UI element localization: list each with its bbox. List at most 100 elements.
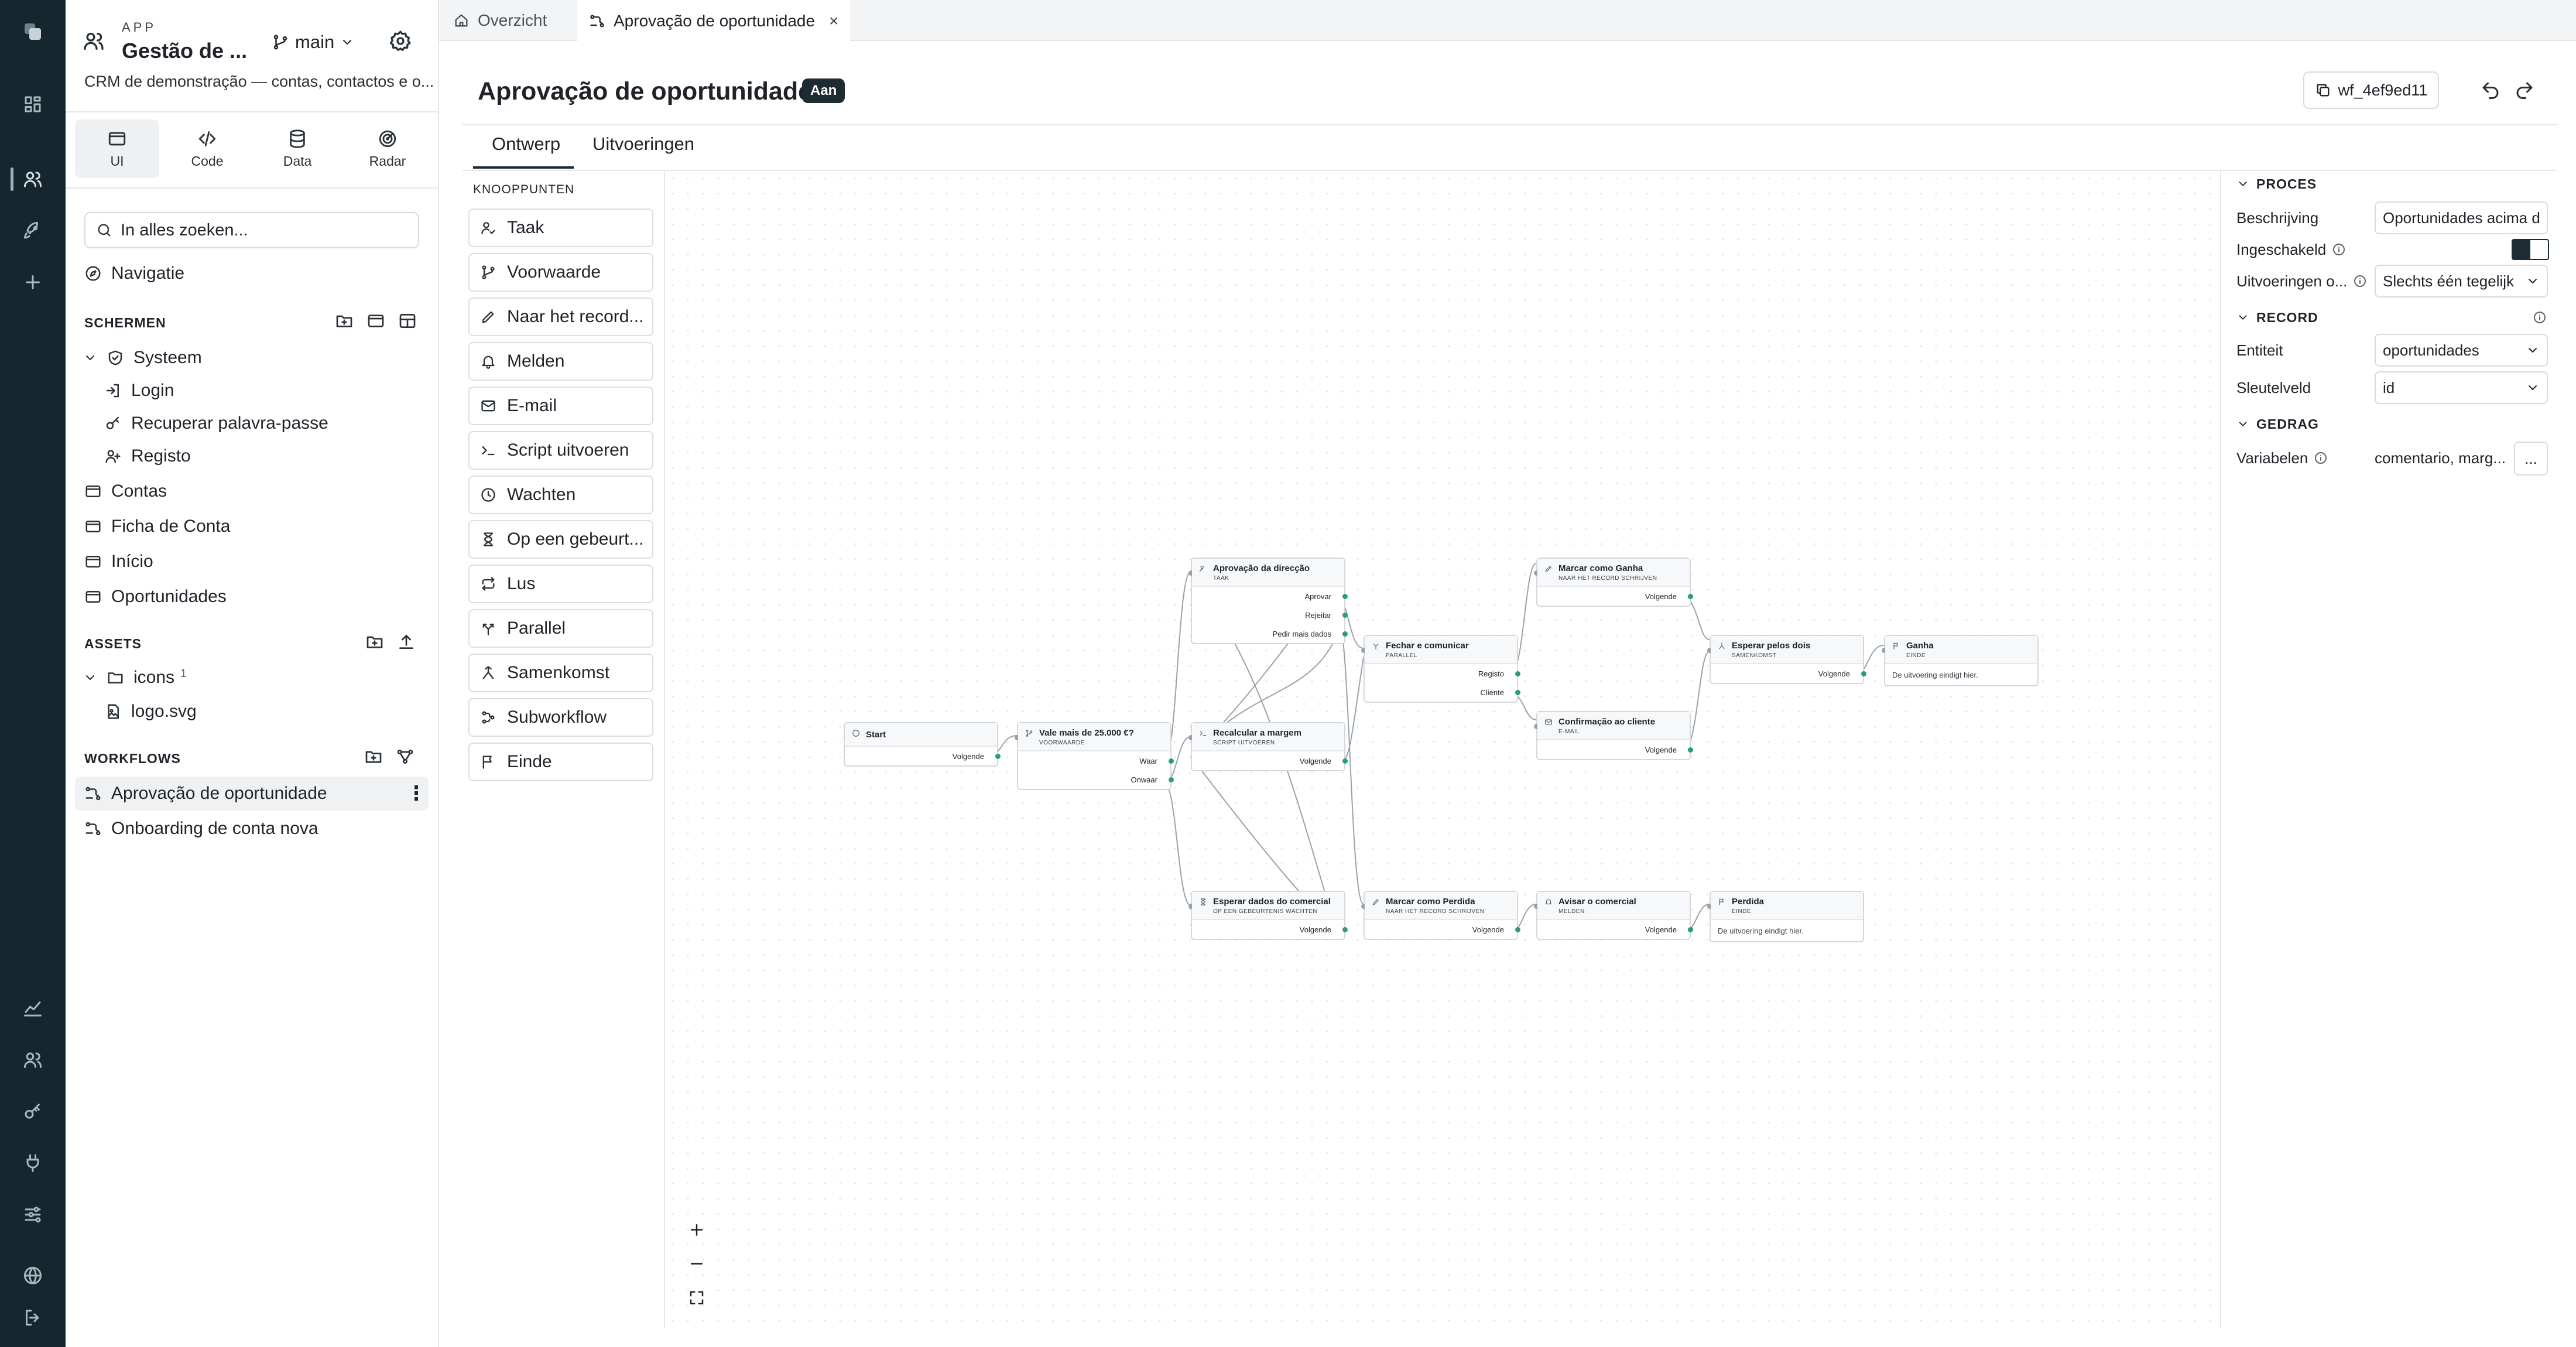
- zoom-out-icon[interactable]: [680, 1250, 713, 1278]
- gear-icon[interactable]: [389, 29, 412, 53]
- info-icon[interactable]: [2353, 274, 2367, 288]
- screen-recover-password[interactable]: Recuperar palavra-passe: [104, 408, 328, 439]
- close-icon[interactable]: ×: [829, 12, 838, 30]
- node-output[interactable]: Pedir mais dados: [1192, 624, 1348, 643]
- section-gedrag[interactable]: GEDRAG: [2236, 413, 2319, 435]
- palette-item-op-gebeurtenis[interactable]: Op een gebeurt...: [468, 520, 653, 559]
- subtab-ontwerp[interactable]: Ontwerp: [492, 134, 560, 169]
- key-icon[interactable]: [16, 1095, 49, 1128]
- layout-icon[interactable]: [398, 312, 417, 330]
- plug-icon[interactable]: [16, 1147, 49, 1180]
- more-vertical-icon[interactable]: ⋮: [406, 784, 426, 804]
- node-avisar-comercial[interactable]: Avisar o comercial MELDEN Volgende: [1534, 891, 1693, 940]
- node-aprovacao-direccao[interactable]: Aprovação da direcção TAAK Aprovar Rejeit…: [1188, 558, 1348, 644]
- runs-select[interactable]: Slechts één tegelijk: [2375, 265, 2548, 298]
- tab-aprovacao[interactable]: Aprovação de oportunidade ×: [577, 0, 851, 42]
- tab-overzicht[interactable]: Overzicht: [441, 0, 559, 41]
- node-output[interactable]: Waar: [1018, 751, 1174, 770]
- node-perdida[interactable]: Perdida EINDE De uitvoering eindigt hier.: [1707, 891, 1864, 942]
- new-folder-icon[interactable]: [364, 747, 383, 766]
- node-output[interactable]: Volgende: [845, 747, 1001, 765]
- node-output[interactable]: Volgende: [1711, 664, 1866, 683]
- copy-workflow-id-button[interactable]: wf_4ef9ed11: [2303, 71, 2439, 109]
- app-name[interactable]: Gestão de ...: [122, 39, 247, 63]
- workflow-item-onboarding[interactable]: Onboarding de conta nova: [84, 813, 318, 845]
- node-output[interactable]: Onwaar: [1018, 770, 1174, 789]
- info-icon[interactable]: [2533, 310, 2547, 324]
- node-output[interactable]: Volgende: [1365, 920, 1520, 939]
- node-marcar-ganha[interactable]: Marcar como Ganha NAAR HET RECORD SCHRIJV…: [1534, 558, 1693, 607]
- node-output[interactable]: Volgende: [1537, 920, 1693, 939]
- workflow-canvas[interactable]: Start Volgende Vale mais de 25.000 €? VOO…: [665, 171, 2220, 1328]
- node-output[interactable]: Rejeitar: [1192, 606, 1348, 624]
- node-vale-mais[interactable]: Vale mais de 25.000 €? VOORWAARDE Waar On…: [1015, 722, 1174, 790]
- mode-tab-code[interactable]: Code: [165, 119, 249, 178]
- new-folder-icon[interactable]: [365, 633, 384, 651]
- palette-item-wachten[interactable]: Wachten: [468, 476, 653, 514]
- info-icon[interactable]: [2314, 451, 2328, 465]
- fit-view-icon[interactable]: [680, 1284, 713, 1312]
- node-recalcular-margem[interactable]: Recalcular a margem SCRIPT UITVOEREN Volg…: [1188, 722, 1348, 771]
- entity-select[interactable]: oportunidades: [2375, 334, 2548, 367]
- navigation-link[interactable]: Navigatie: [84, 258, 184, 289]
- subtab-uitvoeringen[interactable]: Uitvoeringen: [592, 134, 694, 169]
- workflow-icon[interactable]: [396, 747, 415, 766]
- node-output[interactable]: Aprovar: [1192, 587, 1348, 606]
- analytics-icon[interactable]: [16, 992, 49, 1025]
- node-output[interactable]: Registo: [1365, 664, 1520, 683]
- section-record[interactable]: RECORD: [2236, 307, 2318, 328]
- mode-tab-ui[interactable]: UI: [75, 119, 159, 178]
- screen-register[interactable]: Registo: [104, 440, 191, 472]
- palette-item-parallel[interactable]: Parallel: [468, 609, 653, 648]
- node-output[interactable]: Volgende: [1192, 920, 1348, 939]
- search-input[interactable]: [121, 220, 402, 240]
- palette-item-samenkomst[interactable]: Samenkomst: [468, 654, 653, 692]
- undo-icon[interactable]: [2480, 80, 2501, 101]
- mode-tab-radar[interactable]: Radar: [345, 119, 430, 178]
- palette-item-taak[interactable]: Taak: [468, 208, 653, 247]
- dashboard-icon[interactable]: [16, 88, 49, 121]
- node-confirmacao-cliente[interactable]: Confirmação ao cliente E-MAIL Volgende: [1534, 711, 1693, 760]
- team-icon[interactable]: [16, 1044, 49, 1076]
- screen-login[interactable]: Login: [104, 375, 174, 406]
- node-start[interactable]: Start Volgende: [844, 722, 1001, 767]
- mode-tab-data[interactable]: Data: [255, 119, 340, 178]
- screen-inicio[interactable]: Início: [84, 546, 153, 577]
- folder-icons[interactable]: icons 1: [83, 662, 187, 693]
- asset-logo-svg[interactable]: logo.svg: [104, 696, 197, 727]
- globe-icon[interactable]: [16, 1259, 49, 1292]
- logout-icon[interactable]: [16, 1301, 49, 1334]
- palette-item-subworkflow[interactable]: Subworkflow: [468, 698, 653, 737]
- info-icon[interactable]: [2332, 242, 2346, 257]
- folder-system[interactable]: Systeem: [83, 342, 202, 374]
- node-marcar-perdida[interactable]: Marcar como Perdida NAAR HET RECORD SCHRI…: [1361, 891, 1520, 940]
- section-proces[interactable]: PROCES: [2236, 173, 2317, 194]
- upload-icon[interactable]: [397, 633, 416, 651]
- palette-item-email[interactable]: E-mail: [468, 387, 653, 425]
- palette-item-voorwaarde[interactable]: Voorwaarde: [468, 253, 653, 292]
- description-input[interactable]: Oportunidades acima de: [2375, 201, 2548, 234]
- node-esperar-dados[interactable]: Esperar dados do comercial OP EEN GEBEURT…: [1188, 891, 1348, 940]
- rocket-icon[interactable]: [16, 214, 49, 247]
- node-output[interactable]: Volgende: [1192, 751, 1348, 770]
- search-box[interactable]: [84, 212, 419, 248]
- screen-ficha-de-conta[interactable]: Ficha de Conta: [84, 511, 230, 542]
- edit-variables-button[interactable]: ...: [2514, 442, 2548, 476]
- palette-item-naar-record[interactable]: Naar het record...: [468, 298, 653, 336]
- sliders-icon[interactable]: [16, 1198, 49, 1231]
- node-output[interactable]: Cliente: [1365, 683, 1520, 702]
- logo-icon[interactable]: [16, 15, 49, 48]
- screen-oportunidades[interactable]: Oportunidades: [84, 581, 227, 613]
- palette-item-einde[interactable]: Einde: [468, 743, 653, 781]
- palette-item-melden[interactable]: Melden: [468, 342, 653, 381]
- new-folder-icon[interactable]: [335, 312, 354, 330]
- palette-item-script[interactable]: Script uitvoeren: [468, 431, 653, 470]
- new-screen-icon[interactable]: [366, 312, 385, 330]
- workflow-item-aprovacao[interactable]: Aprovação de oportunidade ⋮: [84, 778, 433, 809]
- node-output[interactable]: Volgende: [1537, 587, 1693, 606]
- add-icon[interactable]: [16, 266, 49, 299]
- branch-selector[interactable]: main: [272, 29, 354, 55]
- zoom-in-icon[interactable]: [680, 1216, 713, 1244]
- users-icon[interactable]: [16, 163, 49, 196]
- node-output[interactable]: Volgende: [1537, 740, 1693, 759]
